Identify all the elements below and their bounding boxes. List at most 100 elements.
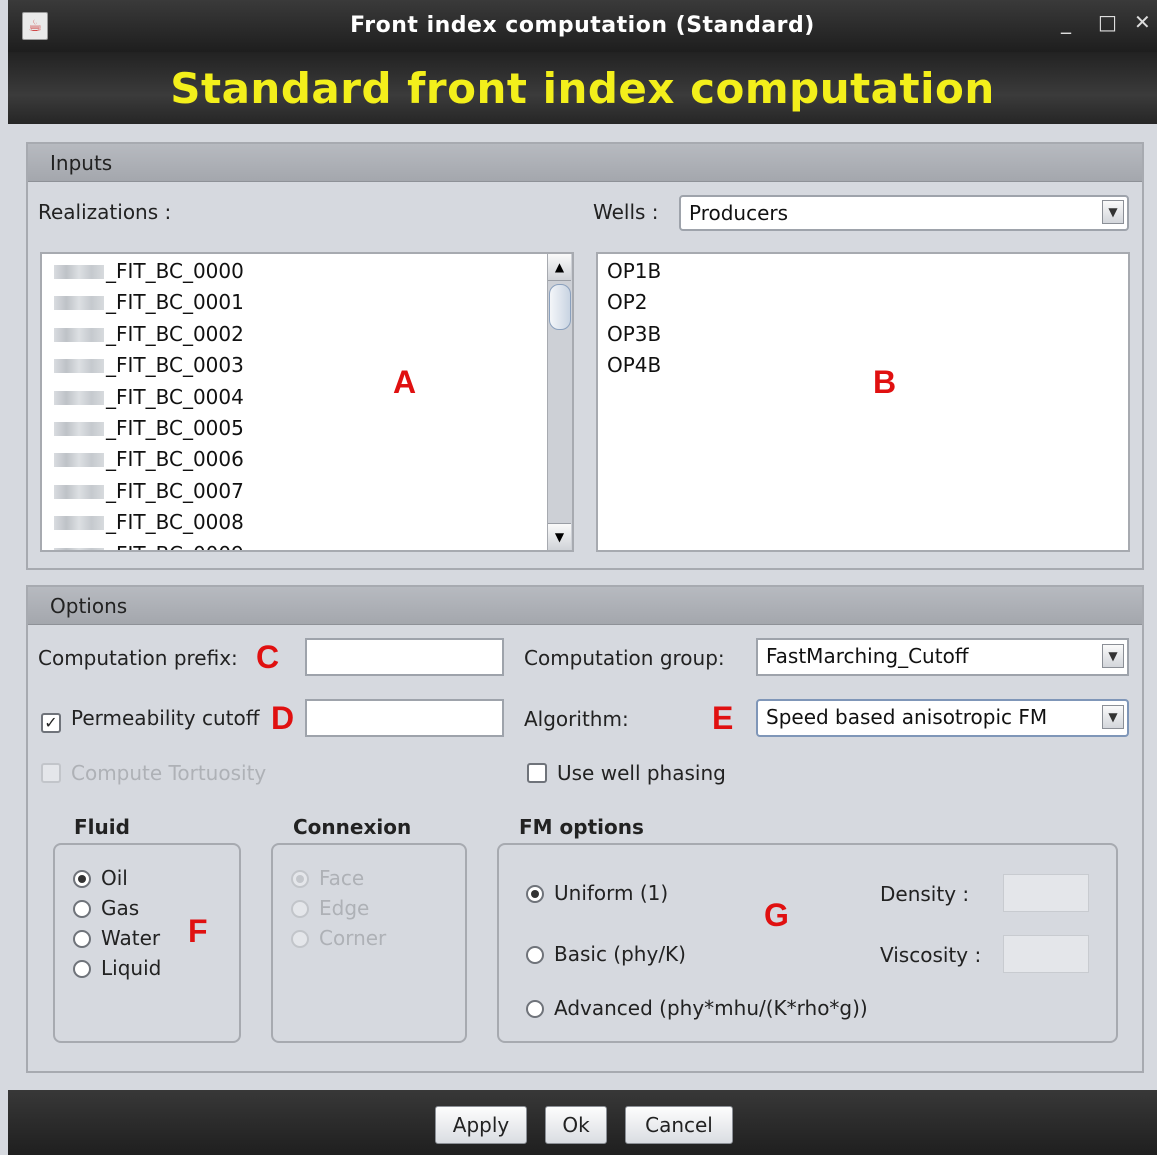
realization-item[interactable]: _FIT_BC_0009 xyxy=(42,539,572,550)
wells-dropdown-value: Producers xyxy=(689,201,789,225)
wells-list[interactable]: OP1B OP2 OP3B OP4B xyxy=(596,252,1130,552)
algorithm-label: Algorithm: xyxy=(524,707,629,731)
connexion-face-radio[interactable]: Face xyxy=(291,866,364,890)
well-item[interactable]: OP3B xyxy=(598,319,1128,350)
radio-icon[interactable] xyxy=(526,946,544,964)
realization-label: _FIT_BC_0001 xyxy=(106,290,244,315)
fluid-liquid-label: Liquid xyxy=(101,956,162,980)
realization-label: _FIT_BC_0003 xyxy=(106,353,244,378)
banner-title: Standard front index computation xyxy=(8,52,1157,124)
realization-item[interactable]: _FIT_BC_0004 xyxy=(42,382,572,413)
radio-selected-icon[interactable] xyxy=(73,870,91,888)
marker-f: F xyxy=(188,913,208,949)
realization-item[interactable]: _FIT_BC_0003 xyxy=(42,350,572,381)
realization-label: _FIT_BC_0008 xyxy=(106,510,244,535)
fluid-title: Fluid xyxy=(74,815,130,839)
scroll-down-icon[interactable]: ▼ xyxy=(548,523,571,550)
fluid-liquid-radio[interactable]: Liquid xyxy=(73,956,161,980)
connexion-edge-radio[interactable]: Edge xyxy=(291,896,369,920)
realization-item[interactable]: _FIT_BC_0007 xyxy=(42,476,572,507)
fm-options-title: FM options xyxy=(519,815,644,839)
marker-c: C xyxy=(256,639,280,675)
redacted-prefix xyxy=(54,327,104,342)
fm-basic-radio[interactable]: Basic (phy/K) xyxy=(526,942,686,966)
use-well-phasing-checkbox[interactable]: Use well phasing xyxy=(527,761,726,785)
well-item[interactable]: OP1B xyxy=(598,256,1128,287)
realization-item[interactable]: _FIT_BC_0005 xyxy=(42,413,572,444)
fm-advanced-radio[interactable]: Advanced (phy*mhu/(K*rho*g)) xyxy=(526,996,868,1020)
computation-group-dropdown[interactable]: FastMarching_Cutoff ▼ xyxy=(756,638,1129,676)
apply-button[interactable]: Apply xyxy=(435,1106,527,1144)
minimize-button[interactable]: _ xyxy=(1061,10,1071,34)
connexion-corner-label: Corner xyxy=(319,926,387,950)
permeability-cutoff-input[interactable] xyxy=(305,699,504,737)
ok-button[interactable]: Ok xyxy=(545,1106,607,1144)
fluid-oil-radio[interactable]: Oil xyxy=(73,866,128,890)
viscosity-input[interactable] xyxy=(1003,935,1089,973)
marker-d: D xyxy=(271,700,295,736)
scroll-thumb[interactable] xyxy=(549,284,571,330)
wells-label: Wells : xyxy=(593,200,659,224)
density-label: Density : xyxy=(880,882,970,906)
realization-label: _FIT_BC_0009 xyxy=(106,542,244,550)
connexion-face-label: Face xyxy=(319,866,365,890)
options-header: Options xyxy=(28,587,1142,625)
marker-a: A xyxy=(393,364,417,400)
fluid-water-label: Water xyxy=(101,926,161,950)
redacted-prefix xyxy=(54,484,104,499)
fluid-gas-radio[interactable]: Gas xyxy=(73,896,139,920)
realization-label: _FIT_BC_0007 xyxy=(106,478,244,503)
cancel-button[interactable]: Cancel xyxy=(625,1106,733,1144)
marker-e: E xyxy=(712,700,734,736)
redacted-prefix xyxy=(54,516,104,531)
permeability-cutoff-checkbox[interactable]: ✓ Permeability cutoff xyxy=(41,706,260,733)
algorithm-dropdown[interactable]: Speed based anisotropic FM ▼ xyxy=(756,699,1129,737)
fm-uniform-label: Uniform (1) xyxy=(554,881,669,905)
compute-tortuosity-checkbox[interactable]: Compute Tortuosity xyxy=(41,761,266,785)
marker-g: G xyxy=(764,897,789,933)
radio-selected-icon[interactable] xyxy=(526,885,544,903)
close-button[interactable]: ✕ xyxy=(1134,10,1151,34)
radio-icon[interactable] xyxy=(291,900,309,918)
realization-item[interactable]: _FIT_BC_0008 xyxy=(42,507,572,538)
radio-icon[interactable] xyxy=(73,900,91,918)
fluid-water-radio[interactable]: Water xyxy=(73,926,160,950)
redacted-prefix xyxy=(54,390,104,405)
computation-prefix-label: Computation prefix: xyxy=(38,646,238,670)
well-item[interactable]: OP4B xyxy=(598,350,1128,381)
checkbox-unchecked-icon[interactable] xyxy=(527,763,547,783)
realizations-scrollbar[interactable]: ▲ ▼ xyxy=(547,254,572,550)
radio-icon[interactable] xyxy=(73,960,91,978)
well-item[interactable]: OP2 xyxy=(598,287,1128,318)
realization-item[interactable]: _FIT_BC_0000 xyxy=(42,256,572,287)
realization-label: _FIT_BC_0002 xyxy=(106,321,244,346)
density-input[interactable] xyxy=(1003,874,1089,912)
realization-item[interactable]: _FIT_BC_0006 xyxy=(42,444,572,475)
fm-uniform-radio[interactable]: Uniform (1) xyxy=(526,881,668,905)
scroll-up-icon[interactable]: ▲ xyxy=(548,254,571,281)
radio-selected-icon[interactable] xyxy=(291,870,309,888)
wells-dropdown[interactable]: Producers ▼ xyxy=(679,195,1129,231)
chevron-down-icon[interactable]: ▼ xyxy=(1102,200,1124,224)
connexion-corner-radio[interactable]: Corner xyxy=(291,926,386,950)
realization-label: _FIT_BC_0004 xyxy=(106,384,244,409)
radio-icon[interactable] xyxy=(73,930,91,948)
checkbox-checked-icon[interactable]: ✓ xyxy=(41,713,61,733)
compute-tortuosity-label: Compute Tortuosity xyxy=(71,761,267,785)
fm-basic-label: Basic (phy/K) xyxy=(554,942,686,966)
checkbox-unchecked-icon[interactable] xyxy=(41,763,61,783)
realizations-list[interactable]: _FIT_BC_0000 _FIT_BC_0001 _FIT_BC_0002 _FIT… xyxy=(40,252,574,552)
window-titlebar: ☕ Front index computation (Standard) _ □… xyxy=(8,0,1157,52)
redacted-prefix xyxy=(54,421,104,436)
redacted-prefix xyxy=(54,265,104,279)
realization-label: _FIT_BC_0005 xyxy=(106,415,244,440)
radio-icon[interactable] xyxy=(526,1000,544,1018)
realization-item[interactable]: _FIT_BC_0002 xyxy=(42,319,572,350)
chevron-down-icon[interactable]: ▼ xyxy=(1102,644,1124,668)
radio-icon[interactable] xyxy=(291,930,309,948)
realization-item[interactable]: _FIT_BC_0001 xyxy=(42,287,572,318)
chevron-down-icon[interactable]: ▼ xyxy=(1102,705,1124,729)
computation-prefix-input[interactable] xyxy=(305,638,504,676)
maximize-button[interactable]: □ xyxy=(1098,10,1117,34)
window-title: Front index computation (Standard) xyxy=(350,13,815,38)
